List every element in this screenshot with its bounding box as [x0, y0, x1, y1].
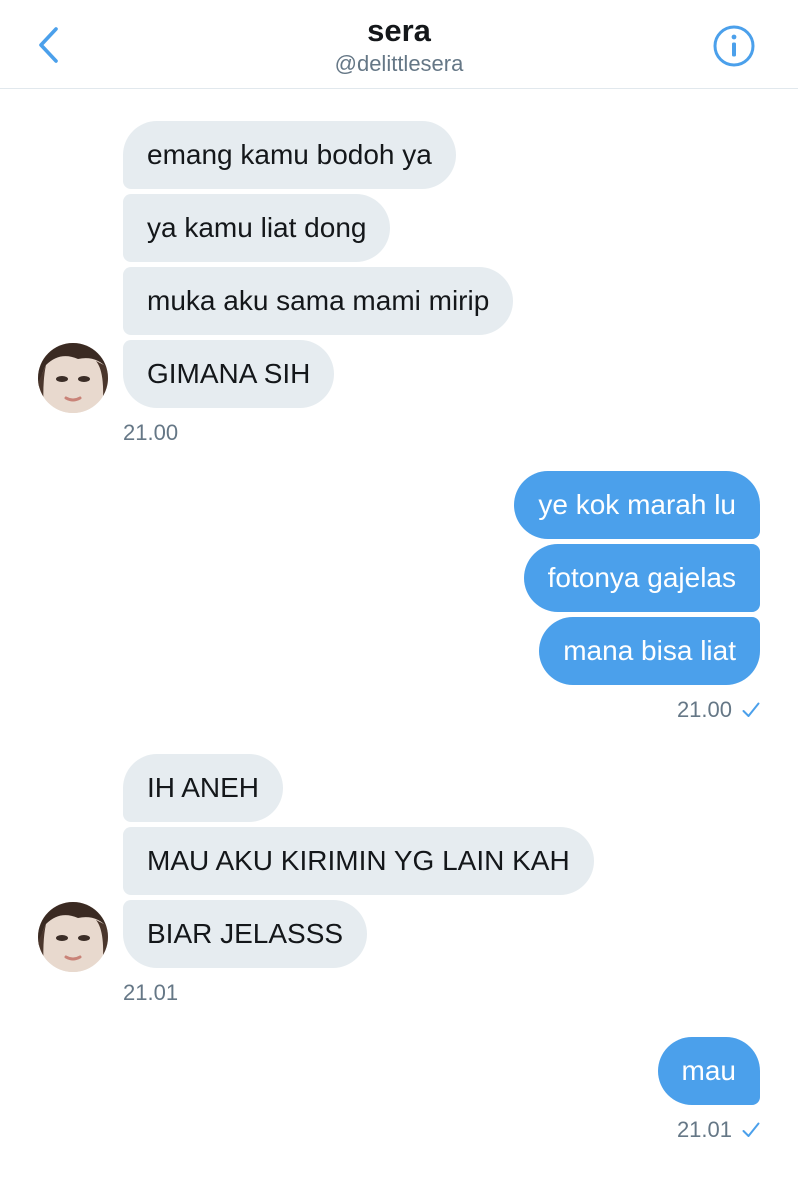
info-button[interactable]	[712, 24, 756, 68]
message-status: 21.01	[677, 1116, 760, 1144]
conversation-header: sera @delittlesera	[0, 0, 798, 89]
conversation-handle: @delittlesera	[334, 51, 464, 76]
incoming-message[interactable]: BIAR JELASSS	[123, 900, 368, 968]
message-timestamp: 21.01	[676, 1117, 732, 1142]
outgoing-message[interactable]: mau	[657, 1037, 760, 1105]
incoming-message[interactable]: emang kamu bodoh ya	[123, 121, 456, 189]
incoming-message[interactable]: muka aku sama mami mirip	[123, 267, 514, 335]
message-list[interactable]: emang kamu bodoh ya ya kamu liat dong mu…	[0, 89, 798, 1144]
outgoing-message[interactable]: fotonya gajelas	[523, 544, 760, 612]
conversation-title-block[interactable]: sera @delittlesera	[0, 12, 798, 78]
incoming-message-group: emang kamu bodoh ya ya kamu liat dong mu…	[0, 121, 798, 447]
avatar[interactable]	[38, 343, 108, 413]
avatar[interactable]	[38, 902, 108, 972]
incoming-message[interactable]: MAU AKU KIRIMIN YG LAIN KAH	[123, 827, 594, 895]
outgoing-message-group: mau 21.01	[0, 1037, 798, 1144]
outgoing-message[interactable]: ye kok marah lu	[514, 471, 760, 539]
incoming-message[interactable]: ya kamu liat dong	[123, 194, 391, 262]
message-timestamp: 21.00	[676, 697, 732, 722]
checkmark-icon	[742, 702, 760, 717]
message-status: 21.00	[677, 696, 760, 724]
incoming-message-group: IH ANEH MAU AKU KIRIMIN YG LAIN KAH BIAR…	[0, 754, 798, 1007]
message-timestamp: 21.01	[123, 980, 179, 1005]
outgoing-message-group: ye kok marah lu fotonya gajelas mana bis…	[0, 471, 798, 724]
checkmark-icon	[742, 1122, 760, 1137]
info-icon	[713, 25, 755, 67]
conversation-title: sera	[367, 13, 431, 48]
incoming-message[interactable]: GIMANA SIH	[123, 340, 335, 408]
message-timestamp: 21.00	[123, 420, 179, 445]
incoming-message[interactable]: IH ANEH	[123, 754, 284, 822]
outgoing-message[interactable]: mana bisa liat	[539, 617, 760, 685]
